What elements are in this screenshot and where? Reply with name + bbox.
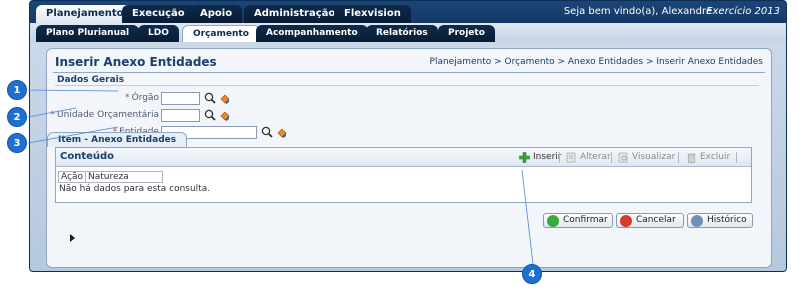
view-label: Visualizar [632,152,676,162]
tab-administracao[interactable]: Administração [244,5,346,23]
toolbar-separator [611,152,612,163]
column-header-acao[interactable]: Ação [59,172,86,182]
history-label: Histórico [707,215,747,225]
required-mark: * [50,110,56,120]
required-mark: * [125,93,130,103]
history-button[interactable]: Histórico [687,213,753,228]
tab-apoio[interactable]: Apoio [190,5,243,23]
welcome-message: Seja bem vindo(a), Alexandre [563,6,712,17]
callout-2: 2 [7,107,27,127]
item-grid-panel: Conteúdo Inserir Alterar Visualizar Excl… [55,147,752,203]
clear-icon[interactable] [219,110,230,121]
subtab-acompanhamento[interactable]: Acompanhamento [256,25,368,42]
section-title-dados-gerais: Dados Gerais [57,75,125,85]
confirm-label: Confirmar [563,215,608,225]
orgao-label: Órgão [131,93,159,103]
divider [55,85,759,86]
delete-label: Excluir [700,152,731,162]
fiscal-year-label: Exercício 2013 [706,6,780,17]
empty-message: Não há dados para esta consulta. [59,184,211,194]
trash-icon [687,153,696,163]
edit-icon [566,152,576,163]
confirm-button[interactable]: Confirmar [543,213,613,228]
subtab-ldo[interactable]: LDO [138,25,179,42]
view-icon [618,152,628,163]
page-title: Inserir Anexo Entidades [55,55,217,69]
alter-button[interactable]: Alterar [566,151,611,164]
toolbar-separator [678,152,679,163]
callout-3: 3 [7,133,27,153]
table-header: Ação Natureza [58,171,163,183]
orgao-input[interactable] [161,92,200,105]
subtab-projeto[interactable]: Projeto [438,25,495,42]
column-header-natureza[interactable]: Natureza [85,172,162,182]
history-icon [691,215,703,227]
search-icon[interactable] [261,126,273,138]
unidade-orcamentaria-input[interactable] [161,109,200,122]
grid-title: Conteúdo [60,151,115,162]
field-label-unidade: * Unidade Orçamentária [47,108,159,122]
cancel-label: Cancelar [636,215,676,225]
field-label-orgao: * Órgão [47,91,159,105]
check-icon [547,215,559,227]
delete-button[interactable]: Excluir [686,151,730,164]
clear-icon[interactable] [276,127,287,138]
insert-label: Inserir [533,152,562,162]
grid-toolbar: Conteúdo Inserir Alterar Visualizar Excl… [56,148,751,167]
divider [53,72,765,73]
view-button[interactable]: Visualizar [618,151,675,164]
tab-item-anexo-entidades[interactable]: Item - Anexo Entidades [47,132,188,147]
top-navigation: Planejamento Execução Apoio Administraçã… [30,1,786,23]
callout-1: 1 [7,80,27,100]
add-icon [519,152,530,163]
cancel-button[interactable]: Cancelar [616,213,684,228]
tab-flexvision[interactable]: Flexvision [334,5,411,23]
unidade-orcamentaria-label: Unidade Orçamentária [57,110,159,120]
cancel-icon [620,215,632,227]
callout-4: 4 [522,264,542,284]
insert-button[interactable]: Inserir [519,151,562,164]
search-icon[interactable] [204,92,216,104]
tab-planejamento[interactable]: Planejamento [36,5,134,23]
toolbar-separator [559,152,560,163]
tab-execucao[interactable]: Execução [122,5,195,23]
search-icon[interactable] [204,109,216,121]
collapse-arrow-icon[interactable] [70,234,75,242]
subtab-orcamento[interactable]: Orçamento [182,25,260,42]
subtab-plano-plurianual[interactable]: Plano Plurianual [36,25,140,42]
breadcrumb: Planejamento > Orçamento > Anexo Entidad… [429,57,763,67]
clear-icon[interactable] [219,93,230,104]
toolbar-separator [736,152,737,163]
sub-navigation: Plano Plurianual LDO Orçamento Acompanha… [30,23,786,42]
subtab-relatorios[interactable]: Relatórios [366,25,438,42]
alter-label: Alterar [580,152,611,162]
